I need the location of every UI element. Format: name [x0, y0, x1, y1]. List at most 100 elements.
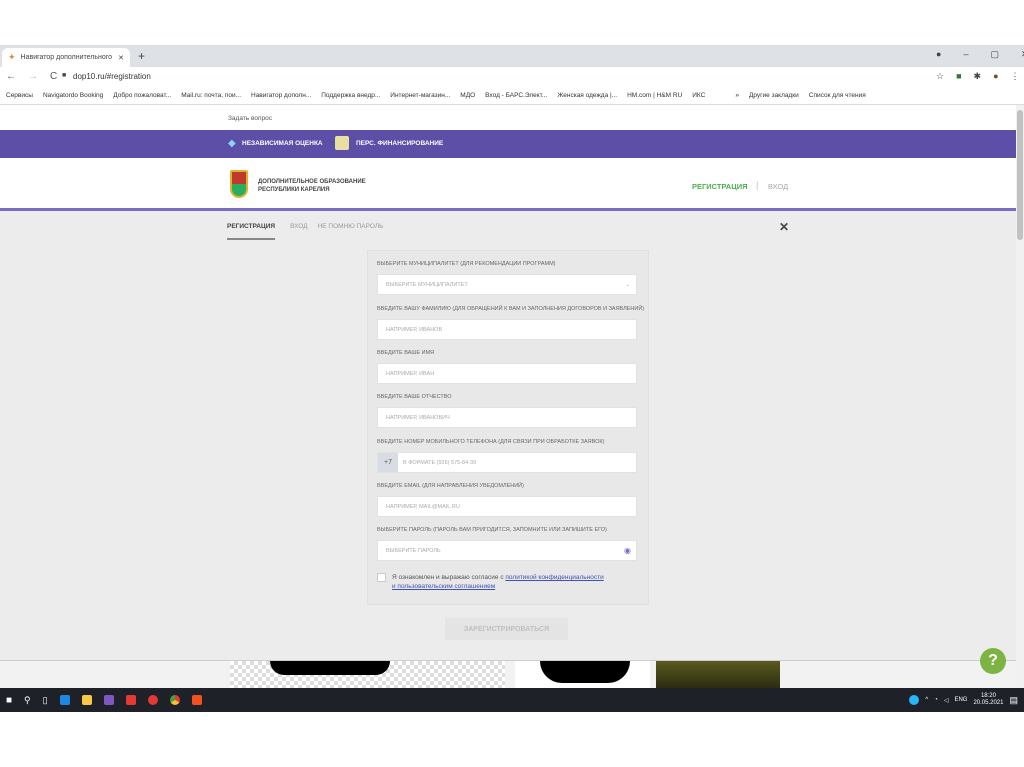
bookmark-item[interactable]: МДО — [460, 92, 475, 99]
patronymic-label: Введите ваше отчество — [377, 394, 452, 400]
surname-label: Введите вашу фамилию (для обращений к ва… — [377, 306, 645, 312]
logo-line-2: РЕСПУБЛИКИ КАРЕЛИЯ — [258, 187, 330, 193]
nav-independent-assessment[interactable]: НЕЗАВИСИМАЯ ОЦЕНКА — [242, 140, 323, 147]
email-input[interactable]: Например, mail@mail.ru — [377, 496, 637, 517]
bookmark-item[interactable]: Интернет-магазин... — [390, 92, 450, 99]
menu-icon[interactable]: ⋮ — [1011, 71, 1020, 82]
ask-question-link[interactable]: Задать вопрос — [228, 115, 272, 122]
clock-date[interactable]: 20.05.2021 — [973, 700, 1003, 707]
bookmarks-bar: Сервисы Navigatordo Booking Добро пожало… — [0, 87, 1024, 105]
new-tab-button[interactable]: + — [138, 49, 145, 63]
assessment-icon: ◆ — [228, 138, 236, 149]
maximize-button[interactable]: ▢ — [990, 49, 999, 60]
name-label: Введите ваше имя — [377, 350, 435, 356]
bookmark-item[interactable]: Женская одежда |... — [557, 92, 617, 99]
municipality-label: Выберите муниципалитет (для рекомендации… — [377, 261, 556, 267]
phone-prefix: +7 — [378, 453, 398, 472]
financing-icon — [335, 136, 349, 150]
close-icon[interactable]: ✕ — [779, 220, 789, 234]
forward-icon[interactable]: → — [28, 71, 38, 82]
lock-icon: ■ — [62, 72, 67, 79]
more-bookmarks[interactable]: » — [735, 92, 739, 99]
edge-icon[interactable] — [59, 695, 70, 705]
powerpoint-icon[interactable] — [191, 695, 202, 705]
reading-list[interactable]: Список для чтения — [809, 92, 866, 99]
header-register-link[interactable]: РЕГИСТРАЦИЯ — [692, 182, 747, 191]
windows-start-icon[interactable]: ■ — [6, 695, 12, 706]
karelia-emblem-icon[interactable] — [230, 170, 248, 198]
bookmark-item[interactable]: ИКС — [692, 92, 705, 99]
back-icon[interactable]: ← — [6, 71, 16, 82]
avatar[interactable]: ● — [993, 71, 998, 82]
profile-icon[interactable]: ● — [936, 49, 941, 60]
phone-label: Введите номер мобильного телефона (для с… — [377, 439, 605, 445]
top-nav: ◆ НЕЗАВИСИМАЯ ОЦЕНКА ПЕРС. ФИНАНСИРОВАНИ… — [0, 130, 1016, 158]
tray-app-icon[interactable] — [909, 695, 920, 705]
bookmark-item[interactable]: HM.com | H&M RU — [627, 92, 682, 99]
bookmark-item[interactable]: Добро пожаловат... — [113, 92, 171, 99]
registration-form: Выберите муниципалитет (для рекомендации… — [367, 250, 649, 605]
clock-time[interactable]: 18:20 — [973, 693, 1003, 700]
app-icon[interactable] — [103, 695, 114, 705]
tab-login[interactable]: ВХОД — [290, 223, 308, 240]
taskbar: ■ ⚲ ▯ ^ ◔ ◁ ENG 18:20 20.05.2021 ▤ — [0, 688, 1024, 712]
eye-icon[interactable]: ◉ — [624, 546, 631, 555]
bookmark-item[interactable]: Navigatordo Booking — [43, 92, 103, 99]
help-button[interactable]: ? — [980, 648, 1006, 674]
browser-tab[interactable]: ✦ Навигатор дополнительного о ✕ — [2, 48, 130, 67]
password-input[interactable]: Выберите пароль ◉ — [377, 540, 637, 561]
page-images-strip — [0, 660, 1016, 689]
minimize-button[interactable]: – — [963, 49, 968, 60]
reload-icon[interactable]: C — [50, 71, 57, 82]
address-bar: ← → C ■ dop10.ru/#registration ☆ ■ ✱ ● ⋮ — [0, 67, 1024, 87]
consent-checkbox[interactable] — [377, 573, 386, 582]
yandex-icon[interactable] — [147, 695, 158, 705]
phone-input[interactable]: +7 В формате (926) 575-84-39 — [377, 452, 637, 473]
municipality-select[interactable]: Выберите муниципалитет ⌄ — [377, 274, 637, 295]
extension-icon[interactable]: ■ — [956, 71, 961, 82]
puzzle-icon[interactable]: ✱ — [974, 71, 982, 82]
password-placeholder: Выберите пароль — [386, 547, 441, 554]
language-indicator[interactable]: ENG — [954, 697, 967, 703]
program-image[interactable] — [515, 661, 650, 689]
register-button[interactable]: ЗАРЕГИСТРИРОВАТЬСЯ — [445, 618, 568, 640]
bookmark-item[interactable]: Поддержка внедр... — [321, 92, 380, 99]
nav-personal-financing[interactable]: ПЕРС. ФИНАНСИРОВАНИЕ — [356, 140, 443, 147]
bookmark-item[interactable]: Навигатор дополн... — [251, 92, 311, 99]
task-view-icon[interactable]: ▯ — [43, 695, 48, 706]
program-image[interactable] — [656, 661, 780, 689]
register-button-label: ЗАРЕГИСТРИРОВАТЬСЯ — [463, 625, 550, 633]
url-input[interactable]: dop10.ru/#registration — [73, 72, 151, 81]
scrollbar[interactable] — [1016, 105, 1024, 688]
chrome-icon[interactable] — [169, 695, 180, 705]
tab-register[interactable]: РЕГИСТРАЦИЯ — [227, 223, 276, 240]
name-input[interactable]: Например, Иван — [377, 363, 637, 384]
close-tab-icon[interactable]: ✕ — [118, 54, 124, 62]
header-login-link[interactable]: ВХОД — [768, 182, 788, 191]
bookmark-item[interactable]: Mail.ru: почта, пои... — [181, 92, 241, 99]
patronymic-placeholder: Например, Иванович — [386, 414, 450, 421]
file-explorer-icon[interactable] — [81, 695, 92, 705]
tray-chevron-icon[interactable]: ^ — [925, 697, 928, 703]
header-separator: | — [756, 180, 759, 190]
tab-forgot-password[interactable]: НЕ ПОМНЮ ПАРОЛЬ — [318, 223, 384, 240]
network-icon[interactable]: ◔ — [934, 697, 938, 703]
privacy-policy-link[interactable]: политикой конфиденциальности — [505, 574, 603, 581]
search-icon[interactable]: ⚲ — [24, 695, 31, 706]
bookmark-folder[interactable]: Другие закладки — [749, 92, 799, 99]
app-icon[interactable] — [125, 695, 136, 705]
phone-placeholder: В формате (926) 575-84-39 — [403, 459, 477, 466]
volume-icon[interactable]: ◁ — [944, 697, 949, 704]
window-controls: ●–▢✕ — [936, 49, 1024, 60]
notifications-icon[interactable]: ▤ — [1009, 695, 1018, 706]
user-agreement-link[interactable]: и пользовательским соглашением — [392, 583, 495, 590]
patronymic-input[interactable]: Например, Иванович — [377, 407, 637, 428]
consent-text: Я ознакомлен и выражаю согласие с — [392, 574, 506, 581]
bookmark-star-icon[interactable]: ☆ — [936, 71, 944, 82]
chevron-down-icon: ⌄ — [625, 281, 630, 288]
program-image[interactable] — [230, 661, 505, 689]
surname-input[interactable]: Например, Иванов — [377, 319, 637, 340]
bookmark-item[interactable]: Вход - БАРС.Элект... — [485, 92, 547, 99]
name-placeholder: Например, Иван — [386, 370, 435, 377]
bookmark-item[interactable]: Сервисы — [6, 92, 33, 99]
